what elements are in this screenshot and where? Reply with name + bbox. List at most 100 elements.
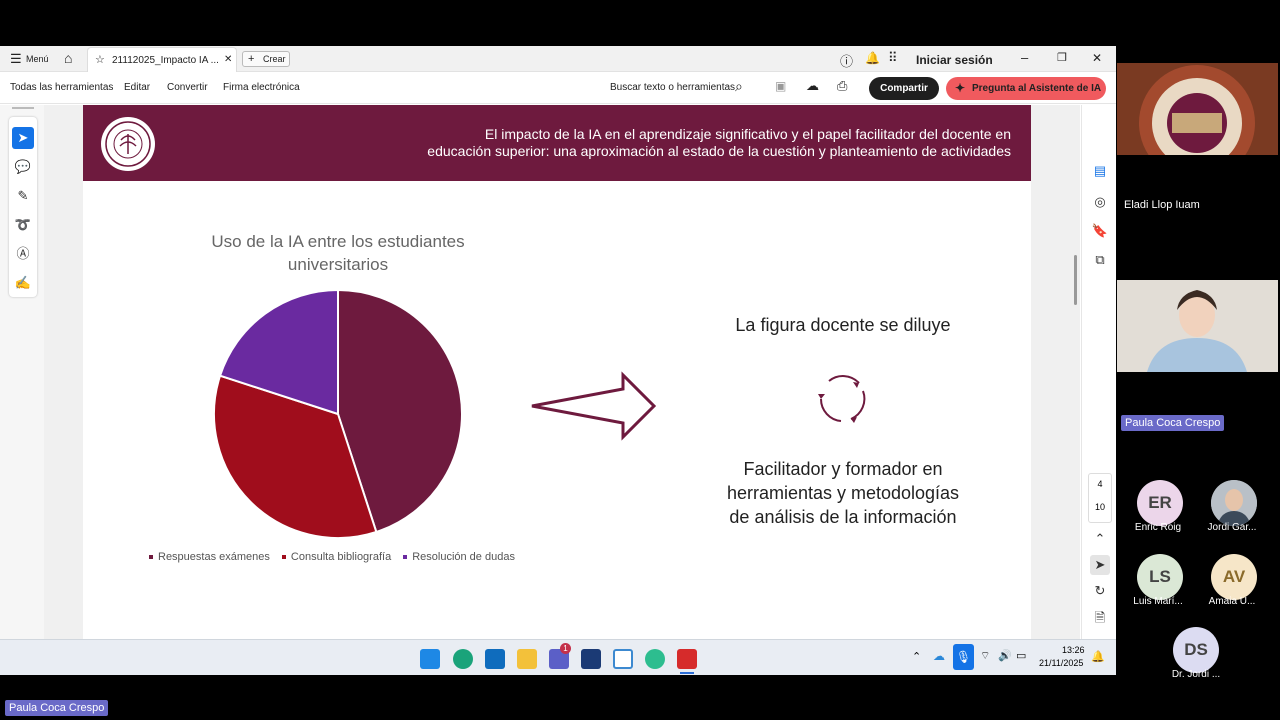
search-tools-label[interactable]: Buscar texto o herramientas bbox=[610, 82, 735, 93]
help-icon[interactable]: ⓘ bbox=[840, 51, 853, 70]
apps-grid-icon[interactable]: ⠿ bbox=[888, 50, 898, 66]
tray-chevron-icon[interactable]: ⌃ bbox=[912, 650, 921, 663]
slide-right-body-line-2: herramientas y metodologías bbox=[726, 483, 960, 503]
ai-assistant-button[interactable]: ✦ Pregunta al Asistente de IA bbox=[946, 77, 1106, 100]
acrobat-window: ☰ Menú ⌂ ☆ 21112025_Impacto IA ... ✕ + C… bbox=[0, 46, 1116, 675]
toolbar-item-convert[interactable]: Convertir bbox=[167, 82, 208, 93]
slide-right-body: Facilitador y formador en herramientas y… bbox=[683, 457, 1003, 529]
avatar-photo[interactable] bbox=[1211, 480, 1257, 526]
document-tab[interactable]: ☆ 21112025_Impacto IA ... ✕ bbox=[87, 47, 237, 72]
banner-line-1: El impacto de la IA en el aprendizaje si… bbox=[484, 126, 1011, 142]
bookmark-icon[interactable]: 🔖 bbox=[1090, 221, 1110, 241]
bell-icon[interactable]: 🔔 bbox=[865, 51, 880, 65]
print-icon[interactable]: ⎙ bbox=[837, 78, 847, 94]
avatar[interactable]: ER bbox=[1137, 480, 1183, 526]
start-windows-icon[interactable] bbox=[420, 649, 440, 669]
comments-panel-icon[interactable]: ◎ bbox=[1090, 192, 1110, 212]
person-photo-image bbox=[1211, 480, 1257, 526]
vertical-scrollbar-thumb[interactable] bbox=[1074, 255, 1077, 305]
hamburger-icon[interactable]: ☰ bbox=[10, 51, 22, 67]
share-button[interactable]: Compartir bbox=[869, 77, 939, 100]
quick-tools: ➤ 💬 ✎ ➰ Ⓐ ✍ bbox=[9, 117, 37, 297]
teams-icon[interactable]: 1 bbox=[549, 643, 571, 669]
toolbar-item-edit[interactable]: Editar bbox=[124, 82, 150, 93]
home-icon[interactable]: ⌂ bbox=[64, 50, 72, 66]
video-tile-room[interactable] bbox=[1117, 63, 1278, 181]
rotate-icon[interactable]: ↻ bbox=[1090, 581, 1110, 601]
participant-name: Luis Marí... bbox=[1133, 596, 1183, 607]
recycle-cycle-icon bbox=[818, 375, 866, 423]
menu-button[interactable]: Menú bbox=[26, 54, 49, 64]
save-icon[interactable]: ▣ bbox=[775, 79, 786, 93]
video-tile-speaker[interactable] bbox=[1117, 280, 1278, 372]
minimize-icon[interactable]: – bbox=[1021, 50, 1028, 65]
star-icon[interactable]: ☆ bbox=[95, 53, 105, 66]
legend-swatch bbox=[149, 555, 153, 560]
close-tab-icon[interactable]: ✕ bbox=[224, 54, 232, 65]
legend-swatch bbox=[403, 555, 408, 560]
page-settings-icon[interactable]: 🗎 bbox=[1090, 608, 1110, 628]
upload-cloud-icon[interactable]: ☁ bbox=[806, 78, 819, 94]
clock-time[interactable]: 13:26 bbox=[1062, 645, 1085, 655]
ai-sparkle-icon: ✦ bbox=[955, 81, 966, 95]
sign-in-button[interactable]: Iniciar sesión bbox=[916, 53, 993, 67]
volume-icon[interactable]: 🔊 bbox=[998, 649, 1012, 662]
plus-icon: + bbox=[248, 53, 255, 65]
clock-date[interactable]: 21/11/2025 bbox=[1039, 658, 1083, 668]
slide-right-body-line-3: de análisis de la información bbox=[729, 507, 957, 527]
pages-icon[interactable]: ⧉ bbox=[1090, 250, 1110, 270]
avatar[interactable]: LS bbox=[1137, 554, 1183, 600]
chart-app-icon[interactable] bbox=[581, 649, 601, 669]
chart-legend: Respuestas exámenes Consulta bibliografía… bbox=[149, 551, 527, 563]
select-cursor-rail-icon[interactable]: ➤ bbox=[1090, 555, 1110, 575]
participant-name: Amaia U... bbox=[1208, 596, 1256, 607]
search-icon[interactable]: ⌕ bbox=[735, 78, 743, 95]
legend-label: Resolución de dudas bbox=[412, 551, 515, 563]
total-pages: 10 bbox=[1094, 502, 1105, 512]
speaker-video-image bbox=[1117, 280, 1278, 372]
outlook-icon[interactable] bbox=[485, 649, 505, 669]
pie-chart bbox=[213, 288, 463, 539]
slide-right-heading: La figura docente se diluye bbox=[735, 315, 951, 335]
text-box-icon[interactable]: Ⓐ bbox=[12, 243, 34, 265]
banner-line-2: educación superior: una aproximación al … bbox=[427, 143, 1011, 159]
participant-name: Jordi Gar... bbox=[1207, 522, 1257, 533]
maximize-icon[interactable]: ❐ bbox=[1057, 51, 1067, 64]
document-viewport[interactable]: El impacto de la IA en el aprendizaje si… bbox=[44, 105, 1080, 639]
file-explorer-icon[interactable] bbox=[517, 649, 537, 669]
avatar[interactable]: AV bbox=[1211, 554, 1257, 600]
acrobat-taskbar-icon[interactable] bbox=[677, 649, 697, 669]
notification-icon[interactable]: 🔔 bbox=[1091, 650, 1105, 663]
main-toolbar: Todas las herramientas Editar Convertir … bbox=[0, 72, 1116, 104]
toolbar-item-esign[interactable]: Firma electrónica bbox=[223, 82, 300, 93]
new-tab-button[interactable]: + Crear bbox=[242, 51, 290, 67]
toolbar-item-all-tools[interactable]: Todas las herramientas bbox=[10, 82, 113, 93]
current-page-number[interactable]: 4 bbox=[1089, 479, 1111, 489]
avatar[interactable]: DS bbox=[1173, 627, 1219, 673]
microphone-icon[interactable]: 🎙 bbox=[953, 644, 974, 670]
wifi-icon[interactable]: ⌔ bbox=[980, 649, 990, 663]
comment-icon[interactable]: 💬 bbox=[12, 156, 34, 178]
legend-label: Consulta bibliografía bbox=[290, 551, 392, 563]
university-seal-logo bbox=[101, 117, 155, 171]
pdf-page: El impacto de la IA en el aprendizaje si… bbox=[83, 105, 1031, 639]
close-window-icon[interactable]: ✕ bbox=[1092, 51, 1102, 65]
panel-grip[interactable] bbox=[12, 107, 34, 109]
battery-icon[interactable]: ▭ bbox=[1016, 649, 1026, 662]
chevron-up-icon[interactable]: ⌃ bbox=[1090, 529, 1110, 549]
pen-icon[interactable]: ✎ bbox=[12, 185, 34, 207]
onedrive-icon[interactable]: ☁ bbox=[933, 649, 945, 663]
snipping-tool-icon[interactable] bbox=[613, 649, 633, 669]
lasso-icon[interactable]: ➰ bbox=[12, 214, 34, 236]
windows-taskbar: 1 ⌃ ☁ 🎙 ⌔ 🔊 ▭ 13:26 21/11/2025 🔔 bbox=[0, 639, 1116, 675]
generate-icon[interactable]: ▤ bbox=[1090, 161, 1110, 181]
sign-icon[interactable]: ✍ bbox=[12, 272, 34, 294]
title-bar: ☰ Menú ⌂ ☆ 21112025_Impacto IA ... ✕ + C… bbox=[0, 46, 1116, 72]
university-crest-image bbox=[1117, 63, 1278, 181]
edge-browser-icon[interactable] bbox=[453, 649, 473, 669]
active-app-indicator bbox=[680, 672, 694, 674]
tab-title: 21112025_Impacto IA ... bbox=[112, 55, 219, 66]
select-cursor-icon[interactable]: ➤ bbox=[12, 127, 34, 149]
legend-swatch bbox=[281, 555, 286, 560]
sync-app-icon[interactable] bbox=[645, 649, 665, 669]
